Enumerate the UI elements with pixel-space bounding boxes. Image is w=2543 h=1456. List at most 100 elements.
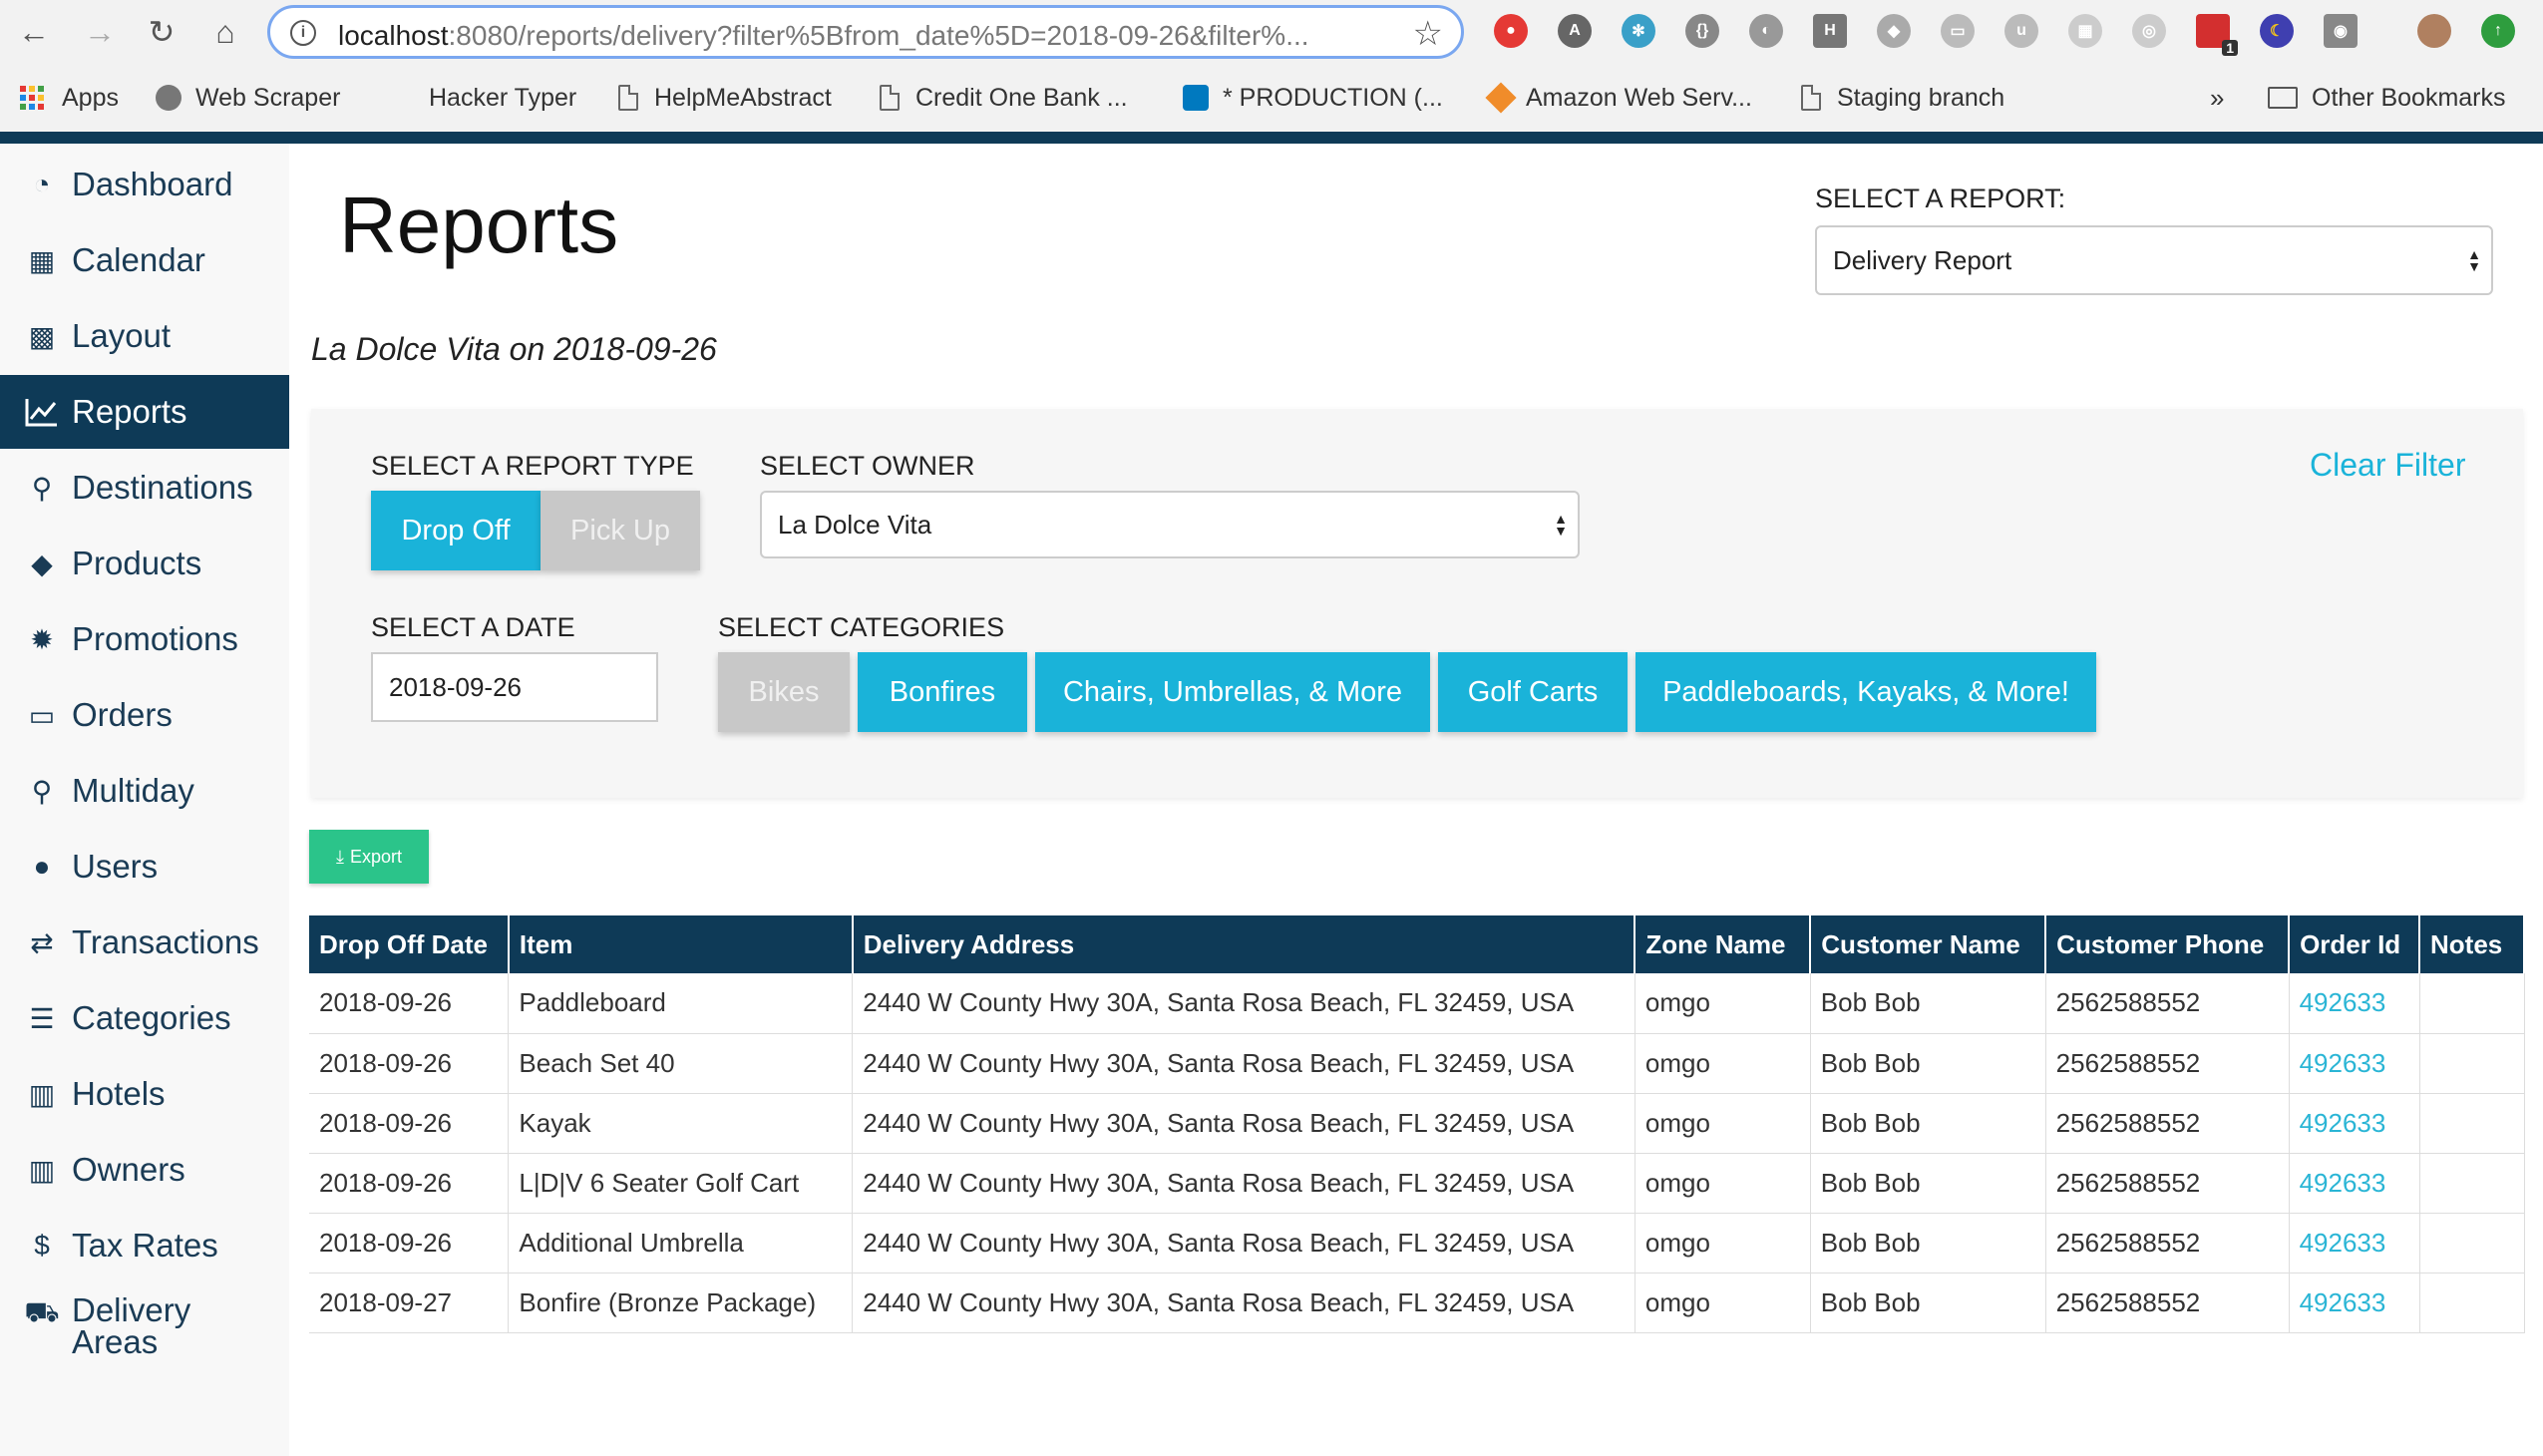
sidebar-item-transactions[interactable]: ⇄ Transactions xyxy=(0,906,289,979)
clear-filter-link[interactable]: Clear Filter xyxy=(2310,447,2465,484)
extension-angular-icon[interactable]: A xyxy=(1558,14,1592,48)
sidebar-item-layout[interactable]: ▩ Layout xyxy=(0,299,289,373)
sidebar-item-dashboard[interactable]: ◔ Dashboard xyxy=(0,148,289,221)
owner-select[interactable]: La Dolce Vita ▲ ▼ xyxy=(760,491,1580,558)
sidebar-item-delivery-areas[interactable]: ⛟ Delivery Areas xyxy=(0,1290,289,1370)
category-chairs-button[interactable]: Chairs, Umbrellas, & More xyxy=(1035,652,1430,732)
cell-notes xyxy=(2419,1273,2525,1333)
home-icon[interactable]: ⌂ xyxy=(205,12,245,52)
sidebar-item-promotions[interactable]: ✹ Promotions xyxy=(0,602,289,676)
extension-dropbox-icon[interactable]: ◆ xyxy=(1877,14,1911,48)
column-header[interactable]: Customer Phone xyxy=(2045,915,2291,973)
extension-badge: 1 xyxy=(2222,40,2238,56)
bookmark-other[interactable]: Other Bookmarks xyxy=(2268,80,2506,116)
extension-screen-icon[interactable]: ▭ xyxy=(1941,14,1975,48)
cell-customer: Bob Bob xyxy=(1810,973,2046,1034)
bookmark-staging[interactable]: Staging branch xyxy=(1801,80,2004,116)
extension-grid-icon[interactable]: ▦ xyxy=(2068,14,2102,48)
cell-date: 2018-09-26 xyxy=(309,1093,510,1154)
app-top-bar xyxy=(0,132,2543,144)
extension-h-icon[interactable]: H xyxy=(1813,14,1847,48)
cell-customer: Bob Bob xyxy=(1810,1273,2046,1333)
extension-react-icon[interactable]: ✻ xyxy=(1622,14,1655,48)
sidebar-item-calendar[interactable]: ▦ Calendar xyxy=(0,223,289,297)
credit-card-icon: ▭ xyxy=(28,699,56,731)
apps-icon xyxy=(20,86,44,110)
bookmark-apps[interactable]: Apps xyxy=(20,80,119,116)
order-id-link[interactable]: 492633 xyxy=(2289,1213,2420,1274)
column-header[interactable]: Notes xyxy=(2419,915,2525,973)
date-input[interactable]: 2018-09-26 xyxy=(371,652,658,722)
bookmark-star-icon[interactable]: ☆ xyxy=(1413,14,1443,54)
folder-icon xyxy=(2268,87,2298,109)
sidebar-item-destinations[interactable]: ⚲ Destinations xyxy=(0,451,289,525)
extension-circle-icon[interactable]: ◐ xyxy=(1749,14,1783,48)
sidebar-item-users[interactable]: ● Users xyxy=(0,830,289,904)
bookmark-helpmeabstract[interactable]: HelpMeAbstract xyxy=(618,80,832,116)
grid-icon: ▩ xyxy=(28,320,56,352)
extension-u-icon[interactable]: u xyxy=(2004,14,2038,48)
delivery-report-table: Drop Off Date Item Delivery Address Zone… xyxy=(309,915,2525,1333)
export-label: Export xyxy=(349,846,402,867)
bookmark-hacker-typer[interactable]: Hacker Typer xyxy=(429,80,576,116)
sidebar-item-owners[interactable]: ▥ Owners xyxy=(0,1133,289,1207)
update-icon[interactable]: ↑ xyxy=(2481,14,2515,48)
cell-date: 2018-09-26 xyxy=(309,973,510,1034)
order-id-link[interactable]: 492633 xyxy=(2289,1153,2420,1214)
column-header[interactable]: Drop Off Date xyxy=(309,915,510,973)
order-id-link[interactable]: 492633 xyxy=(2289,1033,2420,1094)
bookmarks-overflow[interactable]: » xyxy=(2210,80,2224,116)
cell-address: 2440 W County Hwy 30A, Santa Rosa Beach,… xyxy=(852,1153,1635,1214)
bookmark-aws[interactable]: Amazon Web Serv... xyxy=(1485,80,1752,116)
sidebar-item-multiday[interactable]: ⚲ Multiday xyxy=(0,754,289,828)
category-paddleboards-button[interactable]: Paddleboards, Kayaks, & More! xyxy=(1635,652,2096,732)
sidebar-item-reports[interactable]: Reports xyxy=(0,375,289,449)
info-icon[interactable]: i xyxy=(290,20,316,46)
column-header[interactable]: Zone Name xyxy=(1635,915,1812,973)
category-golf-carts-button[interactable]: Golf Carts xyxy=(1438,652,1628,732)
export-button[interactable]: ⤓ Export xyxy=(309,830,429,884)
document-icon xyxy=(880,85,900,111)
extension-camera-icon[interactable]: ◉ xyxy=(2324,14,2358,48)
column-header[interactable]: Item xyxy=(508,915,854,973)
order-id-link[interactable]: 492633 xyxy=(2289,1273,2420,1333)
trello-icon xyxy=(1183,85,1209,111)
sidebar-item-orders[interactable]: ▭ Orders xyxy=(0,678,289,752)
extension-target-icon[interactable]: ◎ xyxy=(2132,14,2166,48)
sidebar-item-tax-rates[interactable]: $ Tax Rates xyxy=(0,1209,289,1282)
address-bar[interactable]: i localhost:8080/reports/delivery?filter… xyxy=(267,5,1464,59)
order-id-link[interactable]: 492633 xyxy=(2289,1093,2420,1154)
extension-json-icon[interactable]: {} xyxy=(1685,14,1719,48)
category-bonfires-button[interactable]: Bonfires xyxy=(858,652,1027,732)
forward-icon[interactable]: → xyxy=(80,12,120,52)
column-header[interactable]: Delivery Address xyxy=(852,915,1636,973)
table-header-row: Drop Off Date Item Delivery Address Zone… xyxy=(309,915,2525,973)
pick-up-button[interactable]: Pick Up xyxy=(541,491,700,570)
order-id-link[interactable]: 492633 xyxy=(2289,973,2420,1034)
table-row: 2018-09-26 L|D|V 6 Seater Golf Cart 2440… xyxy=(309,1153,2525,1214)
bookmark-web-scraper[interactable]: Web Scraper xyxy=(156,80,340,116)
column-header[interactable]: Order Id xyxy=(2289,915,2420,973)
extension-moon-icon[interactable]: ☾ xyxy=(2260,14,2294,48)
report-select[interactable]: Delivery Report ▲ ▼ xyxy=(1815,225,2493,295)
bookmark-production[interactable]: * PRODUCTION (... xyxy=(1183,80,1443,116)
cell-notes xyxy=(2419,1033,2525,1094)
sidebar-item-products[interactable]: ◆ Products xyxy=(0,527,289,600)
sidebar-item-categories[interactable]: ☰ Categories xyxy=(0,981,289,1055)
column-header[interactable]: Customer Name xyxy=(1810,915,2047,973)
extension-calendar-icon[interactable]: 1 xyxy=(2196,14,2238,56)
back-icon[interactable]: ← xyxy=(14,12,54,52)
sidebar-item-hotels[interactable]: ▥ Hotels xyxy=(0,1057,289,1131)
cell-address: 2440 W County Hwy 30A, Santa Rosa Beach,… xyxy=(852,1093,1635,1154)
cell-phone: 2562588552 xyxy=(2045,1093,2290,1154)
cell-date: 2018-09-26 xyxy=(309,1033,510,1094)
cell-phone: 2562588552 xyxy=(2045,1213,2290,1274)
category-bikes-button[interactable]: Bikes xyxy=(718,652,850,732)
bookmark-credit-one[interactable]: Credit One Bank ... xyxy=(880,80,1128,116)
truck-icon: ⛟ xyxy=(24,1296,60,1327)
extension-shield-icon[interactable]: ● xyxy=(1494,14,1528,48)
reload-icon[interactable]: ↻ xyxy=(142,12,182,52)
profile-avatar[interactable] xyxy=(2417,14,2451,48)
drop-off-button[interactable]: Drop Off xyxy=(371,491,541,570)
dashboard-icon: ◔ xyxy=(33,169,51,199)
